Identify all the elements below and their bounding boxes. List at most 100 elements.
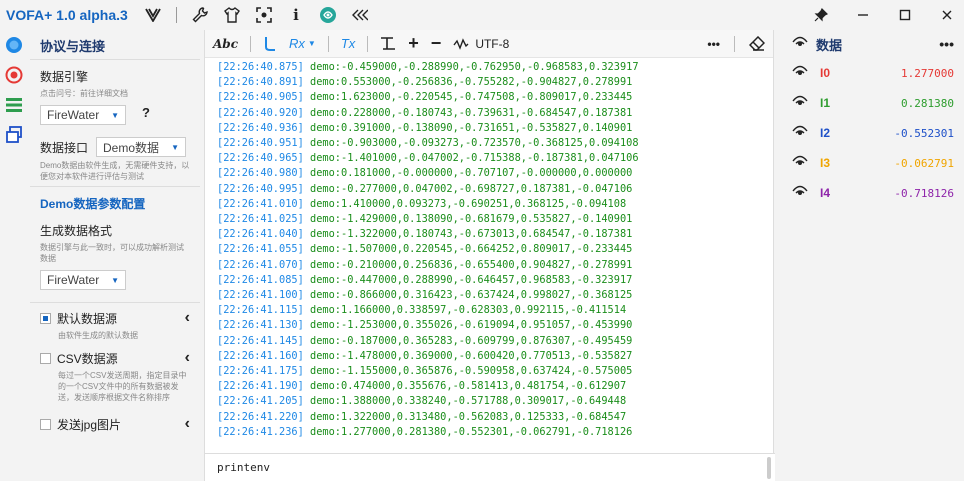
log-message: demo:1.623000,-0.220545,-0.747508,-0.809… — [303, 91, 633, 104]
log-message: demo:-1.322000,0.180743,-0.673013,0.6845… — [303, 228, 633, 241]
channel-row[interactable]: I0 1.277000 — [776, 58, 964, 88]
engine-select[interactable]: FireWater ▼ — [40, 105, 126, 125]
record-icon[interactable] — [0, 60, 28, 90]
eye-icon[interactable] — [792, 35, 808, 53]
connection-icon[interactable] — [0, 30, 28, 60]
engine-section: 数据引擎 点击问号：前往详细文档 FireWater ▼ ? — [30, 60, 200, 129]
pin-icon[interactable] — [812, 6, 830, 24]
wrap-icon[interactable] — [263, 36, 277, 52]
channel-name: I3 — [820, 156, 831, 170]
chevron-left-icon[interactable]: ‹ — [185, 415, 190, 433]
plus-icon[interactable]: + — [408, 33, 419, 54]
source-label: CSV数据源 — [57, 351, 118, 366]
log-line: [22:26:41.010] demo:1.410000,0.093273,-0… — [217, 197, 765, 212]
text-mode-button[interactable]: Abc — [213, 37, 238, 51]
source-label: 发送jpg图片 — [57, 417, 122, 432]
demo-config-title: Demo数据参数配置 — [30, 186, 200, 220]
csv-source-checkbox[interactable] — [40, 352, 51, 364]
interface-select[interactable]: Demo数据 ▼ — [96, 137, 187, 157]
log-timestamp: [22:26:41.115] — [217, 304, 304, 317]
log-message: demo:-1.253000,0.355026,-0.619094,0.9510… — [303, 319, 633, 332]
minus-icon[interactable]: − — [431, 33, 442, 54]
log-timestamp: [22:26:41.100] — [217, 289, 304, 302]
input-scrollbar[interactable] — [767, 457, 771, 479]
source-item-jpg: 发送jpg图片 ‹ — [30, 409, 200, 435]
maximize-icon[interactable] — [896, 6, 914, 24]
collapse-icon[interactable] — [351, 6, 369, 24]
log-message: demo:-1.401000,-0.047002,-0.715388,-0.18… — [303, 152, 639, 165]
close-icon[interactable] — [938, 6, 956, 24]
brain-icon[interactable] — [319, 6, 337, 24]
eraser-icon[interactable] — [749, 35, 765, 52]
log-timestamp: [22:26:40.951] — [217, 137, 304, 150]
chevron-down-icon: ▼ — [111, 275, 119, 285]
channel-row[interactable]: I1 0.281380 — [776, 88, 964, 118]
minimize-icon[interactable] — [854, 6, 872, 24]
channel-name: I1 — [820, 96, 831, 110]
interface-select-value: Demo数据 — [103, 140, 160, 155]
format-section: 生成数据格式 数据引擎与此一致时，可以成功解析测试数据 FireWater ▼ — [30, 220, 200, 294]
eye-icon[interactable] — [792, 64, 808, 82]
eye-icon[interactable] — [792, 124, 808, 142]
log-line: [22:26:40.936] demo:0.391000,-0.138090,-… — [217, 121, 765, 136]
log-message: demo:-0.277000,0.047002,-0.698727,0.1873… — [303, 182, 633, 195]
encoding-button[interactable]: UTF-8 — [453, 37, 509, 51]
list-icon[interactable] — [0, 90, 28, 120]
log-timestamp: [22:26:40.920] — [217, 106, 304, 119]
channel-name: I2 — [820, 126, 831, 140]
log-message: demo:0.553000,-0.256836,-0.755282,-0.904… — [303, 76, 633, 89]
log-message: demo:1.277000,0.281380,-0.552301,-0.0627… — [303, 425, 633, 438]
default-source-checkbox[interactable] — [40, 312, 51, 324]
timestamp-icon[interactable] — [380, 36, 396, 51]
log-message: demo:0.228000,-0.180743,-0.739631,-0.684… — [303, 106, 633, 119]
log-timestamp: [22:26:40.995] — [217, 182, 304, 195]
separator — [176, 7, 177, 23]
data-panel-title: 数据 — [816, 37, 843, 53]
app-title: VOFA+ 1.0 alpha.3 — [6, 7, 128, 23]
wrench-icon[interactable] — [191, 6, 209, 24]
source-desc: 每过一个CSV发送周期，指定目录中的一个CSV文件中的所有数据被发送，发送顺序根… — [58, 371, 187, 402]
send-input[interactable]: printenv — [205, 453, 775, 481]
chevron-left-icon[interactable]: ‹ — [185, 309, 190, 327]
rx-label: Rx — [289, 36, 305, 51]
format-select[interactable]: FireWater ▼ — [40, 270, 126, 290]
channel-row[interactable]: I3 -0.062791 — [776, 148, 964, 178]
windows-icon[interactable] — [0, 120, 28, 150]
separator — [327, 35, 329, 52]
jpg-source-checkbox[interactable] — [40, 418, 51, 430]
source-label: 默认数据源 — [57, 311, 118, 326]
chevron-down-icon: ▼ — [171, 142, 180, 152]
log-line: [22:26:41.055] demo:-1.507000,0.220545,-… — [217, 242, 765, 257]
source-desc: 由软件生成的默认数据 — [58, 331, 138, 340]
info-icon[interactable]: i — [287, 6, 305, 24]
window-controls — [812, 0, 956, 30]
log-timestamp: [22:26:40.936] — [217, 121, 304, 134]
log-timestamp: [22:26:41.145] — [217, 334, 304, 347]
encoding-label: UTF-8 — [475, 36, 510, 51]
eye-icon[interactable] — [792, 94, 808, 112]
vofa-logo-icon[interactable] — [144, 6, 162, 24]
channel-name: I0 — [820, 66, 831, 80]
log-message: demo:0.474000,0.355676,-0.581413,0.48175… — [303, 380, 627, 393]
eye-icon[interactable] — [792, 154, 808, 172]
channel-row[interactable]: I2 -0.552301 — [776, 118, 964, 148]
more-icon[interactable]: ••• — [939, 36, 954, 52]
channel-row[interactable]: I4 -0.718126 — [776, 178, 964, 208]
tshirt-icon[interactable] — [223, 6, 241, 24]
data-panel: 数据 ••• I0 1.277000 I1 0.281380 I2 -0.552301 I3… — [776, 30, 964, 481]
eye-icon[interactable] — [792, 184, 808, 202]
log-line: [22:26:40.965] demo:-1.401000,-0.047002,… — [217, 151, 765, 166]
help-icon[interactable]: ? — [142, 105, 150, 120]
tx-button[interactable]: Tx — [341, 36, 355, 51]
log-message: demo:-0.903000,-0.093273,-0.723570,-0.36… — [303, 137, 639, 150]
console-toolbar: Abc Rx ▼ Tx + − UTF-8 ••• — [205, 30, 773, 58]
log-line: [22:26:41.070] demo:-0.210000,0.256836,-… — [217, 258, 765, 273]
scan-icon[interactable] — [255, 6, 273, 24]
log-message: demo:0.181000,-0.000000,-0.707107,-0.000… — [303, 167, 633, 180]
chevron-left-icon[interactable]: ‹ — [185, 349, 190, 367]
log-line: [22:26:41.145] demo:-0.187000,0.365283,-… — [217, 334, 765, 349]
log-line: [22:26:41.115] demo:1.166000,0.338597,-0… — [217, 303, 765, 318]
more-icon[interactable]: ••• — [707, 37, 720, 51]
log-message: demo:1.410000,0.093273,-0.690251,0.36812… — [303, 197, 627, 210]
rx-button[interactable]: Rx ▼ — [289, 36, 316, 51]
